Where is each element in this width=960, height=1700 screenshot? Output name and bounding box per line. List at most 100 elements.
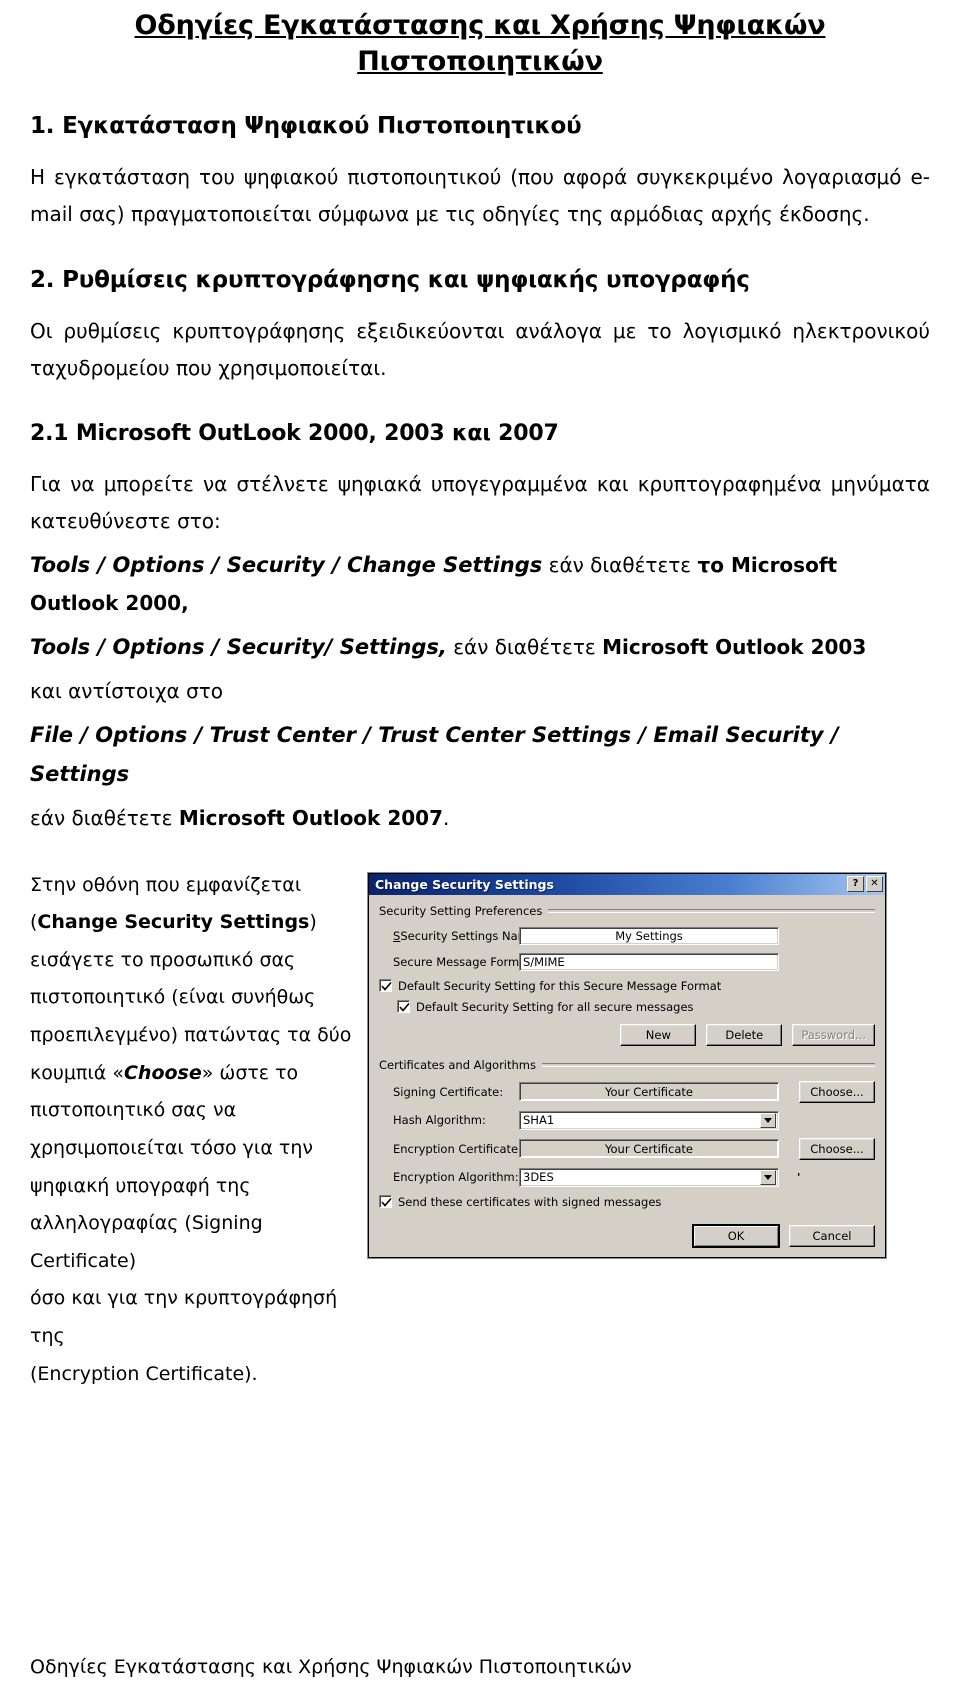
page-footer: Οδηγίες Εγκατάστασης και Χρήσης Ψηφιακών… <box>30 1656 632 1678</box>
default-for-format-label: Default Security Setting for this Secure… <box>398 978 722 993</box>
signing-certificate-value: Your Certificate <box>605 1084 693 1099</box>
password-button[interactable]: Password... <box>792 1023 875 1046</box>
section-2-1-heading: 2.1 Microsoft OutLook 2000, 2003 και 200… <box>30 421 559 447</box>
encryption-certificate-row: Encryption Certificate: Your Certificate… <box>379 1137 875 1160</box>
security-settings-name-row: SSecurity Settings Name: My Settings <box>379 926 875 945</box>
secure-message-format-row: Secure Message Format: S/MIME <box>379 952 875 971</box>
illustration-section: Στην οθόνη που εμφανίζεται (Change Secur… <box>0 867 960 1387</box>
group-divider <box>548 908 875 913</box>
outlook-2003-path-middle: εάν διαθέτετε <box>446 635 603 660</box>
send-certificates-checkbox-row[interactable]: Send these certificates with signed mess… <box>379 1195 875 1209</box>
encryption-algorithm-select[interactable]: 3DES <box>519 1167 779 1187</box>
checkmark-icon[interactable] <box>379 1195 392 1209</box>
cancel-button[interactable]: Cancel <box>789 1224 875 1247</box>
new-button[interactable]: New <box>620 1023 697 1046</box>
outlook-2007-path-middle: εάν διαθέτετε <box>30 805 179 830</box>
encryption-algorithm-label: Encryption Algorithm: <box>393 1170 519 1185</box>
help-icon[interactable]: ? <box>847 876 864 893</box>
desc-line-5: προεπιλεγμένο) πατώντας τα δύο <box>30 1024 352 1047</box>
security-setting-preferences-header: Security Setting Preferences <box>379 904 875 918</box>
signing-choose-button[interactable]: Choose... <box>799 1080 875 1103</box>
security-setting-preferences-group: Security Setting Preferences SSecurity S… <box>379 904 875 1046</box>
chevron-down-icon[interactable] <box>760 1169 776 1185</box>
section-2-heading: 2. Ρυθμίσεις κρυπτογράφησης και ψηφιακής… <box>30 267 750 294</box>
secure-message-format-label: Secure Message Format: <box>393 954 535 969</box>
security-setting-preferences-label: Security Setting Preferences <box>379 903 543 918</box>
encryption-algorithm-row: Encryption Algorithm: 3DES ' <box>379 1167 875 1187</box>
delete-button[interactable]: Delete <box>706 1023 783 1046</box>
security-settings-name-value: My Settings <box>615 928 683 943</box>
checkmark-icon[interactable] <box>379 979 392 993</box>
settings-action-buttons: New Delete Password... <box>379 1023 875 1046</box>
encryption-certificate-value-field: Your Certificate <box>519 1139 779 1159</box>
dialog-description-column: Στην οθόνη που εμφανίζεται (Change Secur… <box>30 867 360 1394</box>
section-2-1-body: Για να μπορείτε να στέλνετε ψηφιακά υπογ… <box>30 472 930 534</box>
dialog-titlebar[interactable]: Change Security Settings ? ✕ <box>369 873 885 895</box>
signing-certificate-value-field: Your Certificate <box>519 1082 779 1102</box>
page-title: Οδηγίες Εγκατάστασης και Χρήσης Ψηφιακών… <box>60 8 900 79</box>
secure-message-format-value: S/MIME <box>523 954 565 969</box>
outlook-2000-path: Tools / Options / Security / Change Sett… <box>30 546 930 622</box>
hash-algorithm-value: SHA1 <box>523 1113 555 1128</box>
encryption-row-spacer: ' <box>779 1171 875 1184</box>
text-cursor-icon: ' <box>797 1170 801 1184</box>
outlook-2007-path-command: File / Options / Trust Center / Trust Ce… <box>30 722 839 786</box>
outlook-2003-path-command: Tools / Options / Security/ Settings, <box>30 635 447 660</box>
default-for-all-checkbox-row[interactable]: Default Security Setting for all secure … <box>379 1000 875 1014</box>
close-icon[interactable]: ✕ <box>866 876 883 893</box>
group-divider <box>542 1062 875 1067</box>
checkmark-icon[interactable] <box>397 1000 410 1014</box>
outlook-2003-path: Tools / Options / Security/ Settings, εά… <box>30 628 930 667</box>
security-settings-name-label: SSecurity Settings Name: <box>393 928 540 943</box>
section-1-heading: 1. Εγκατάσταση Ψηφιακού Πιστοποιητικού <box>30 113 582 140</box>
outlook-2007-path-product: Microsoft Outlook 2007 <box>178 805 443 830</box>
desc-line-2: (Change Security Settings) <box>30 904 360 942</box>
chevron-down-icon[interactable] <box>760 1112 776 1128</box>
certificates-and-algorithms-group: Certificates and Algorithms Signing Cert… <box>379 1058 875 1209</box>
page-title-line1: Οδηγίες Εγκατάστασης και Χρήσης Ψηφιακών <box>134 10 826 41</box>
certificates-and-algorithms-label: Certificates and Algorithms <box>379 1057 536 1072</box>
outlook-2000-path-middle: εάν διαθέτετε <box>542 553 698 578</box>
desc-line-10: αλληλογραφίας (Signing Certificate) <box>30 1212 263 1272</box>
outlook-2003-path-product: Microsoft Outlook 2003 <box>602 635 867 660</box>
section-1-body: Η εγκατάσταση του ψηφιακού πιστοποιητικο… <box>30 165 930 227</box>
hash-algorithm-row: Hash Algorithm: SHA1 <box>379 1110 875 1130</box>
desc-line-1: Στην οθόνη που εμφανίζεται <box>30 873 302 896</box>
desc-line-8: χρησιμοποιείται τόσο για την <box>30 1136 313 1159</box>
encryption-choose-cell: Choose... <box>779 1137 875 1160</box>
encryption-algorithm-value: 3DES <box>523 1170 554 1185</box>
desc-dialog-name: Change Security Settings <box>37 911 310 934</box>
send-certificates-label: Send these certificates with signed mess… <box>398 1194 662 1209</box>
document-page: Οδηγίες Εγκατάστασης και Χρήσης Ψηφιακών… <box>0 8 960 1700</box>
desc-choose-pre: κουμπιά « <box>30 1061 124 1084</box>
desc-choose-label: Choose <box>123 1061 202 1084</box>
signing-certificate-label: Signing Certificate: <box>393 1084 504 1099</box>
path-connector-text: και αντίστοιχα στο <box>30 678 224 703</box>
section-2-body: Οι ρυθμίσεις κρυπτογράφησης εξειδικεύοντ… <box>30 319 930 381</box>
encryption-choose-button[interactable]: Choose... <box>799 1137 875 1160</box>
outlook-2007-path-suffix: εάν διαθέτετε Microsoft Outlook 2007. <box>30 800 930 837</box>
desc-line-4: πιστοποιητικό (είναι συνήθως <box>30 986 316 1009</box>
secure-message-format-input[interactable]: S/MIME <box>519 952 779 971</box>
desc-choose-post: » ώστε το <box>201 1061 299 1084</box>
dialog-title: Change Security Settings <box>375 876 554 892</box>
outlook-2007-path-period: . <box>442 805 450 830</box>
desc-paren-close: ) <box>309 911 317 934</box>
signing-certificate-row: Signing Certificate: Your Certificate Ch… <box>379 1080 875 1103</box>
outlook-2007-path: File / Options / Trust Center / Trust Ce… <box>30 716 930 794</box>
hash-algorithm-select[interactable]: SHA1 <box>519 1110 779 1130</box>
ok-button[interactable]: OK <box>693 1224 779 1247</box>
desc-line-7: πιστοποιητικό σας να <box>30 1099 237 1122</box>
page-title-line2: Πιστοποιητικών <box>357 45 603 77</box>
encryption-certificate-label: Encryption Certificate: <box>393 1141 523 1156</box>
security-settings-name-input[interactable]: My Settings <box>519 926 779 945</box>
desc-line-12: (Encryption Certificate). <box>30 1362 258 1385</box>
desc-line-11: όσο και για την κρυπτογράφησή της <box>30 1287 338 1347</box>
signing-choose-cell: Choose... <box>779 1080 875 1103</box>
dialog-footer-buttons: OK Cancel <box>379 1223 875 1247</box>
certificates-and-algorithms-header: Certificates and Algorithms <box>379 1058 875 1072</box>
default-for-format-checkbox-row[interactable]: Default Security Setting for this Secure… <box>379 979 875 993</box>
hash-algorithm-label: Hash Algorithm: <box>393 1113 486 1128</box>
desc-line-9: ψηφιακή υπογραφή της <box>30 1174 251 1197</box>
desc-line-3: εισάγετε το προσωπικό σας <box>30 948 296 971</box>
